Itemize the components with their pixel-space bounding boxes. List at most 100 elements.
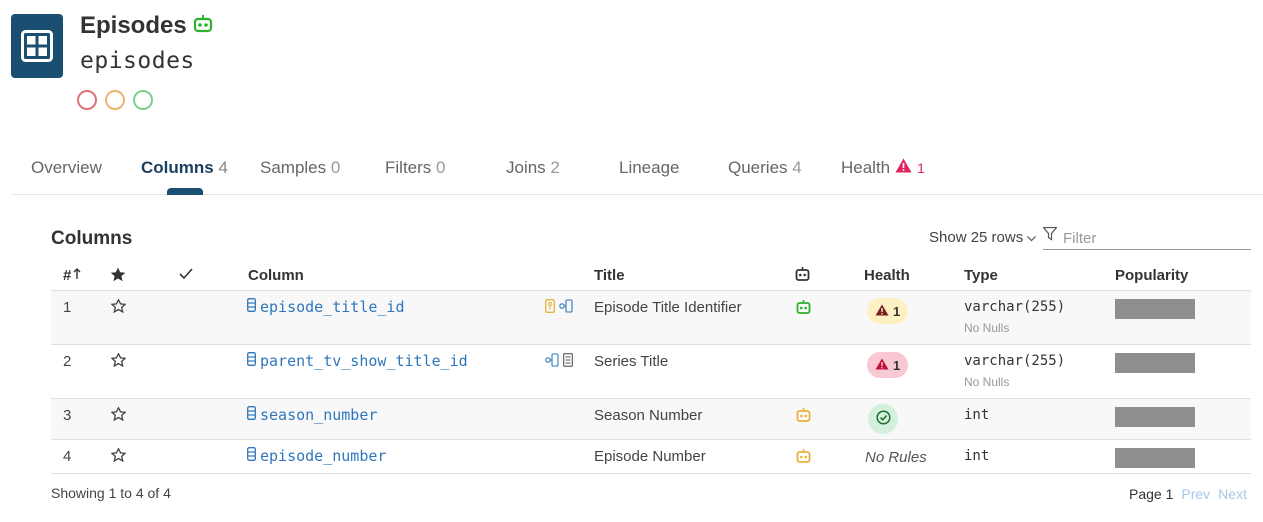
- filter-input[interactable]: [1063, 226, 1243, 247]
- column-icon: [247, 447, 256, 465]
- section-title: Columns: [51, 228, 133, 249]
- row-title: Season Number: [594, 407, 703, 424]
- tab-label: Lineage: [619, 158, 680, 177]
- tab-joins[interactable]: Joins 2: [506, 158, 560, 178]
- tab-label: Queries: [728, 158, 788, 177]
- chevron-down-icon: [1027, 229, 1037, 246]
- table-name: episodes: [80, 48, 195, 74]
- column-link[interactable]: episode_number: [247, 447, 386, 465]
- index-header[interactable]: #: [63, 267, 81, 284]
- column-badges: [545, 353, 573, 371]
- tab-lineage[interactable]: Lineage: [619, 158, 680, 178]
- row-type: int: [964, 407, 990, 423]
- status-circle-red[interactable]: [77, 90, 97, 110]
- column-icon: [247, 298, 256, 316]
- table-row[interactable]: 3 season_number Season Number int: [51, 399, 1251, 440]
- popularity-bar: [1115, 353, 1195, 373]
- tab-label: Joins: [506, 158, 546, 177]
- table-row[interactable]: 1 episode_title_id Episode Title Identif…: [51, 291, 1251, 345]
- page-title: Episodes: [80, 12, 213, 40]
- check-header-icon[interactable]: [179, 267, 193, 284]
- row-title: Episode Number: [594, 448, 706, 465]
- index-header-label: #: [63, 267, 72, 284]
- star-outline-icon[interactable]: [110, 352, 127, 371]
- tab-filters[interactable]: Filters 0: [385, 158, 445, 178]
- tab-samples[interactable]: Samples 0: [260, 158, 340, 178]
- health-badge[interactable]: 1: [867, 352, 909, 378]
- table-row[interactable]: 4 episode_number Episode Number No Rules…: [51, 440, 1251, 474]
- row-index: 2: [63, 353, 72, 370]
- no-rules-label: No Rules: [865, 449, 927, 466]
- tab-count: 4: [218, 158, 228, 177]
- robot-icon: [796, 300, 811, 318]
- column-header[interactable]: Column: [248, 267, 304, 284]
- robot-header-icon[interactable]: [795, 267, 810, 285]
- join-icon[interactable]: [559, 299, 573, 317]
- prev-button[interactable]: Prev: [1181, 486, 1210, 502]
- row-type: varchar(255): [964, 299, 1066, 315]
- document-icon[interactable]: [563, 353, 573, 371]
- column-link[interactable]: episode_title_id: [247, 298, 405, 316]
- tab-label: Filters: [385, 158, 432, 177]
- column-badges: [545, 299, 573, 317]
- tab-count: 0: [330, 158, 341, 177]
- robot-icon: [796, 449, 811, 467]
- row-title: Series Title: [594, 353, 669, 370]
- check-circle-icon: [875, 410, 891, 428]
- table-icon: [11, 14, 63, 78]
- column-icon: [247, 406, 256, 424]
- popularity-bar: [1115, 448, 1195, 468]
- tab-columns[interactable]: Columns 4: [141, 158, 228, 178]
- status-circle-green[interactable]: [133, 90, 153, 110]
- star-outline-icon[interactable]: [110, 447, 127, 466]
- star-header-icon[interactable]: [110, 267, 126, 286]
- health-count: 1: [893, 303, 901, 319]
- join-icon[interactable]: [545, 353, 559, 371]
- page-indicator: Page 1: [1129, 486, 1174, 502]
- health-header[interactable]: Health: [864, 267, 910, 284]
- tab-overview[interactable]: Overview: [31, 158, 102, 178]
- column-name: season_number: [260, 406, 378, 424]
- title-header[interactable]: Title: [594, 267, 625, 284]
- row-index: 1: [63, 299, 72, 316]
- type-header[interactable]: Type: [964, 267, 998, 284]
- table-row[interactable]: 2 parent_tv_show_title_id Series Title 1…: [51, 345, 1251, 399]
- tab-count: 1: [917, 160, 925, 176]
- filter-field: [1042, 224, 1251, 250]
- tab-count: 2: [550, 158, 560, 177]
- columns-table: # Column Title Health Type Popularity 1 …: [51, 262, 1251, 474]
- popularity-bar: [1115, 299, 1195, 319]
- next-button[interactable]: Next: [1218, 486, 1247, 502]
- tab-label: Health: [841, 158, 891, 177]
- funnel-icon: [1042, 226, 1058, 246]
- health-count: 1: [893, 357, 901, 373]
- page-title-text: Episodes: [80, 12, 187, 39]
- row-index: 4: [63, 448, 72, 465]
- row-type-note: No Nulls: [964, 375, 1010, 389]
- table-header: # Column Title Health Type Popularity: [51, 262, 1251, 291]
- row-title: Episode Title Identifier: [594, 299, 742, 316]
- warning-icon: [875, 304, 889, 319]
- star-outline-icon[interactable]: [110, 298, 127, 317]
- sort-asc-icon: [73, 267, 81, 284]
- tab-health[interactable]: Health 1: [841, 158, 925, 178]
- column-link[interactable]: parent_tv_show_title_id: [247, 352, 468, 370]
- column-name: episode_number: [260, 447, 387, 465]
- health-badge[interactable]: 1: [867, 298, 909, 324]
- tab-count: 4: [792, 158, 802, 177]
- key-icon[interactable]: [545, 299, 555, 317]
- pagination: Page 1 Prev Next: [1129, 486, 1247, 502]
- popularity-header[interactable]: Popularity: [1115, 267, 1188, 284]
- status-circle-orange[interactable]: [105, 90, 125, 110]
- status-circles: [77, 90, 153, 110]
- active-tab-indicator: [167, 188, 203, 195]
- row-type: int: [964, 448, 990, 464]
- popularity-bar: [1115, 407, 1195, 427]
- column-icon: [247, 352, 256, 370]
- rows-per-page-select[interactable]: Show 25 rows: [929, 229, 1037, 246]
- star-outline-icon[interactable]: [110, 406, 127, 425]
- column-link[interactable]: season_number: [247, 406, 377, 424]
- health-ok-badge[interactable]: [868, 404, 898, 434]
- tab-queries[interactable]: Queries 4: [728, 158, 802, 178]
- row-type: varchar(255): [964, 353, 1066, 369]
